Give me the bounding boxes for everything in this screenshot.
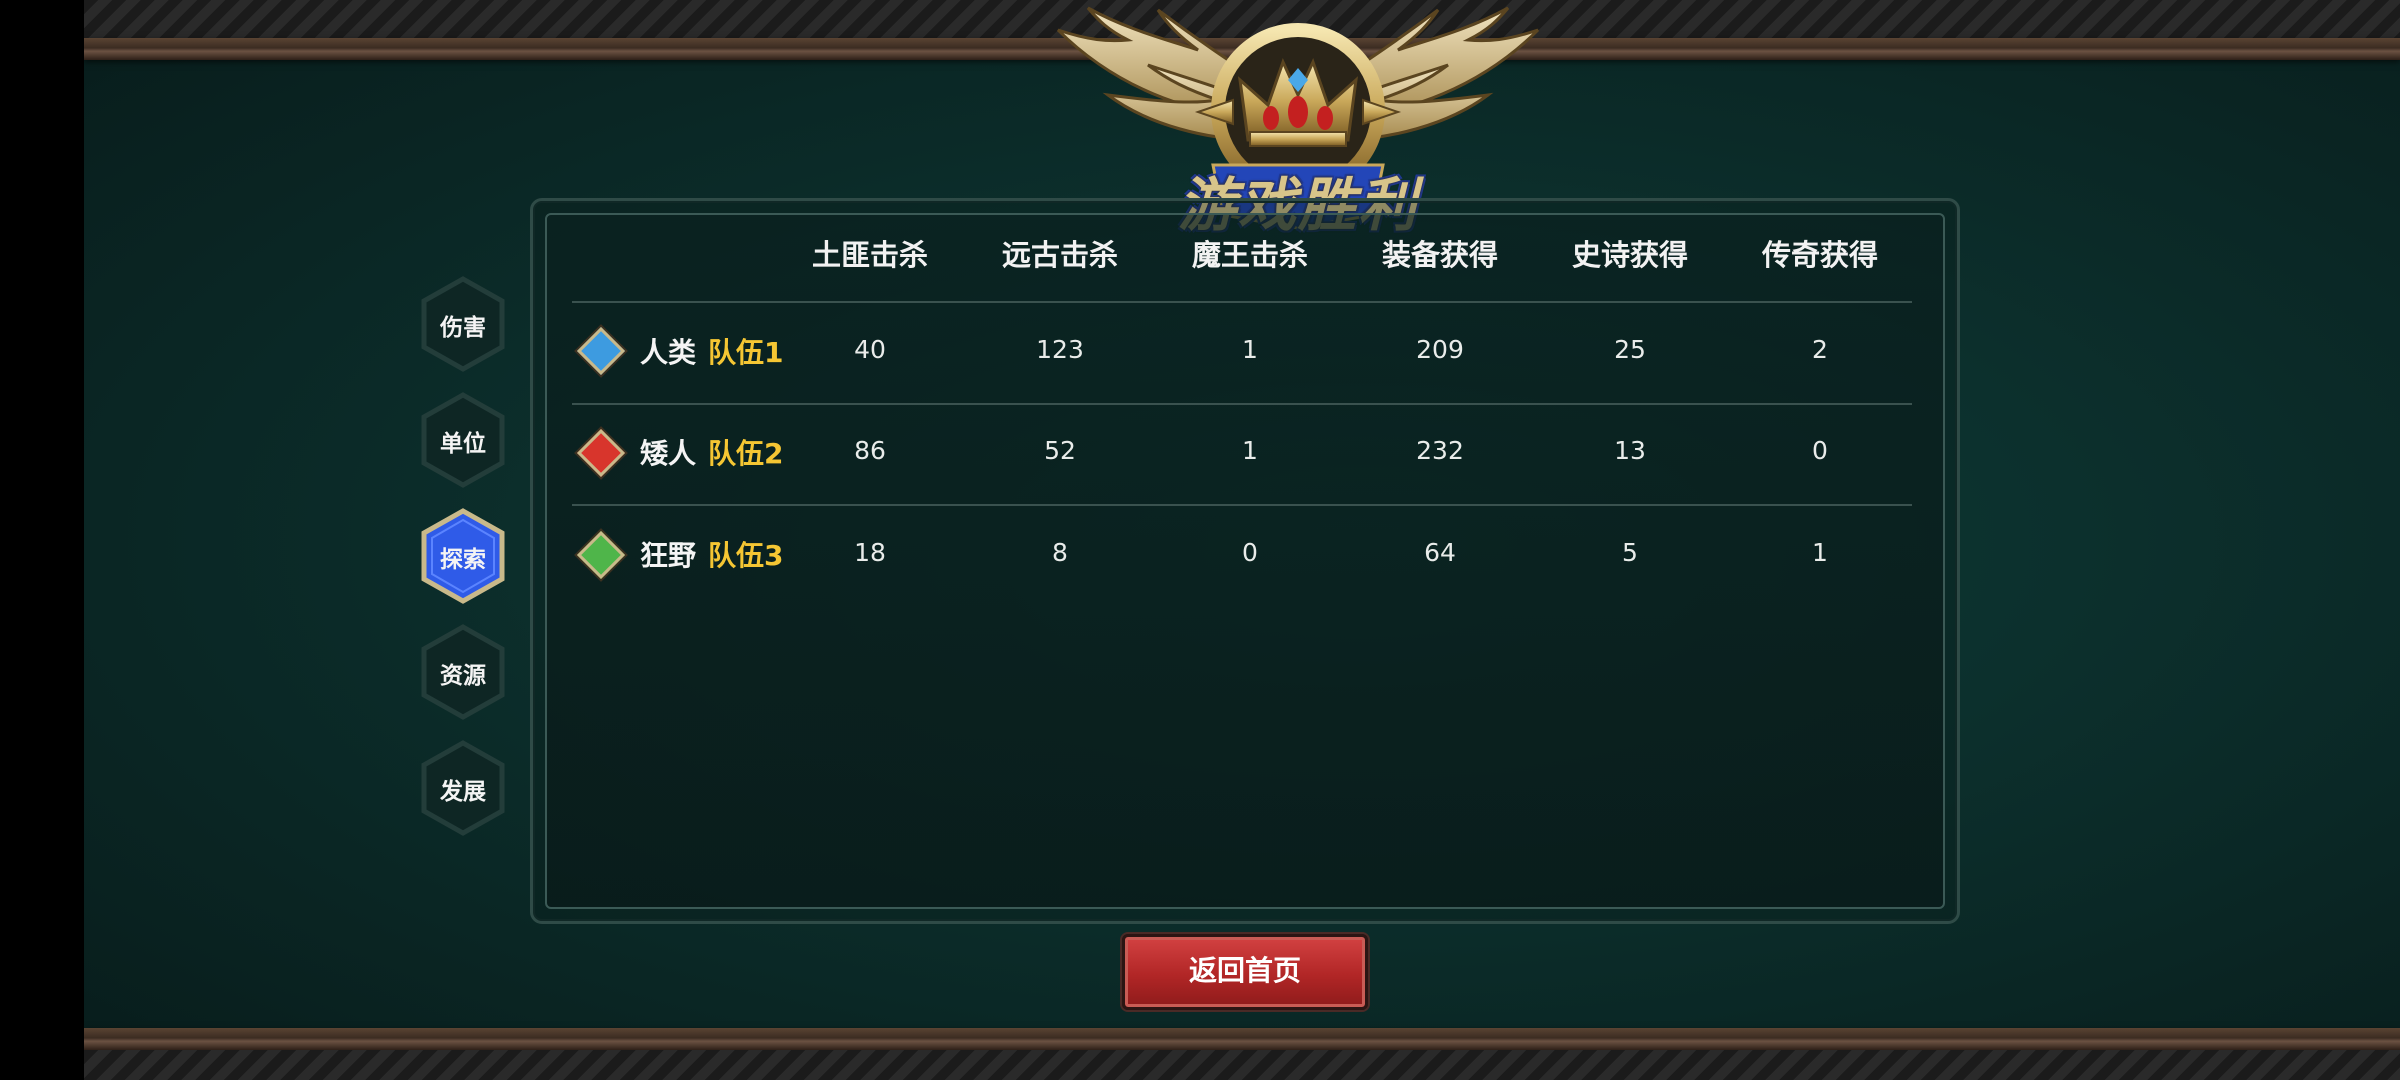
header-ancient-kills: 远古击杀 [1001, 238, 1118, 272]
bottom-border [84, 1050, 2400, 1080]
table-cell: 232 [1416, 436, 1464, 465]
header-legendary-gained: 传奇获得 [1761, 238, 1878, 272]
header-epic-gained: 史诗获得 [1571, 238, 1688, 272]
table-cell: 5 [1622, 538, 1638, 567]
tab-damage[interactable]: 伤害 [420, 276, 506, 372]
table-cell: 18 [854, 538, 886, 567]
table-cell: 1 [1242, 335, 1258, 364]
table-cell: 64 [1424, 538, 1456, 567]
race-name: 狂野 [640, 539, 697, 572]
team-name: 队伍3 [708, 539, 784, 572]
table-cell: 25 [1614, 335, 1646, 364]
return-home-button[interactable]: 返回首页 [1122, 934, 1368, 1010]
tab-label: 资源 [440, 663, 486, 689]
table-cell: 8 [1052, 538, 1068, 567]
race-name: 人类 [640, 336, 697, 369]
header-bandit-kills: 土匪击杀 [811, 238, 928, 272]
row-divider [572, 504, 1912, 506]
table-cell: 52 [1044, 436, 1076, 465]
table-cell: 13 [1614, 436, 1646, 465]
row-divider [572, 301, 1912, 303]
tab-units[interactable]: 单位 [420, 392, 506, 488]
table-cell: 209 [1416, 335, 1464, 364]
tab-label: 单位 [440, 431, 486, 457]
tab-label: 发展 [440, 779, 486, 805]
table-cell: 1 [1242, 436, 1258, 465]
table-cell: 86 [854, 436, 886, 465]
race-name: 矮人 [640, 437, 697, 470]
table-cell: 0 [1812, 436, 1828, 465]
bottom-rail [84, 1028, 2400, 1050]
team-name: 队伍2 [708, 437, 784, 470]
tab-label: 探索 [440, 547, 486, 573]
team-name: 队伍1 [708, 336, 784, 369]
victory-emblem: 游戏胜利 [1018, 0, 1578, 239]
row-divider [572, 403, 1912, 405]
table-cell: 123 [1036, 335, 1084, 364]
tab-explore[interactable]: 探索 [420, 508, 506, 604]
header-equipment-gained: 装备获得 [1381, 238, 1498, 272]
table-cell: 2 [1812, 335, 1828, 364]
table-cell: 40 [854, 335, 886, 364]
table-cell: 0 [1242, 538, 1258, 567]
tab-development[interactable]: 发展 [420, 740, 506, 836]
table-cell: 1 [1812, 538, 1828, 567]
tab-resources[interactable]: 资源 [420, 624, 506, 720]
header-demon-kills: 魔王击杀 [1191, 238, 1308, 272]
tab-label: 伤害 [440, 315, 486, 341]
